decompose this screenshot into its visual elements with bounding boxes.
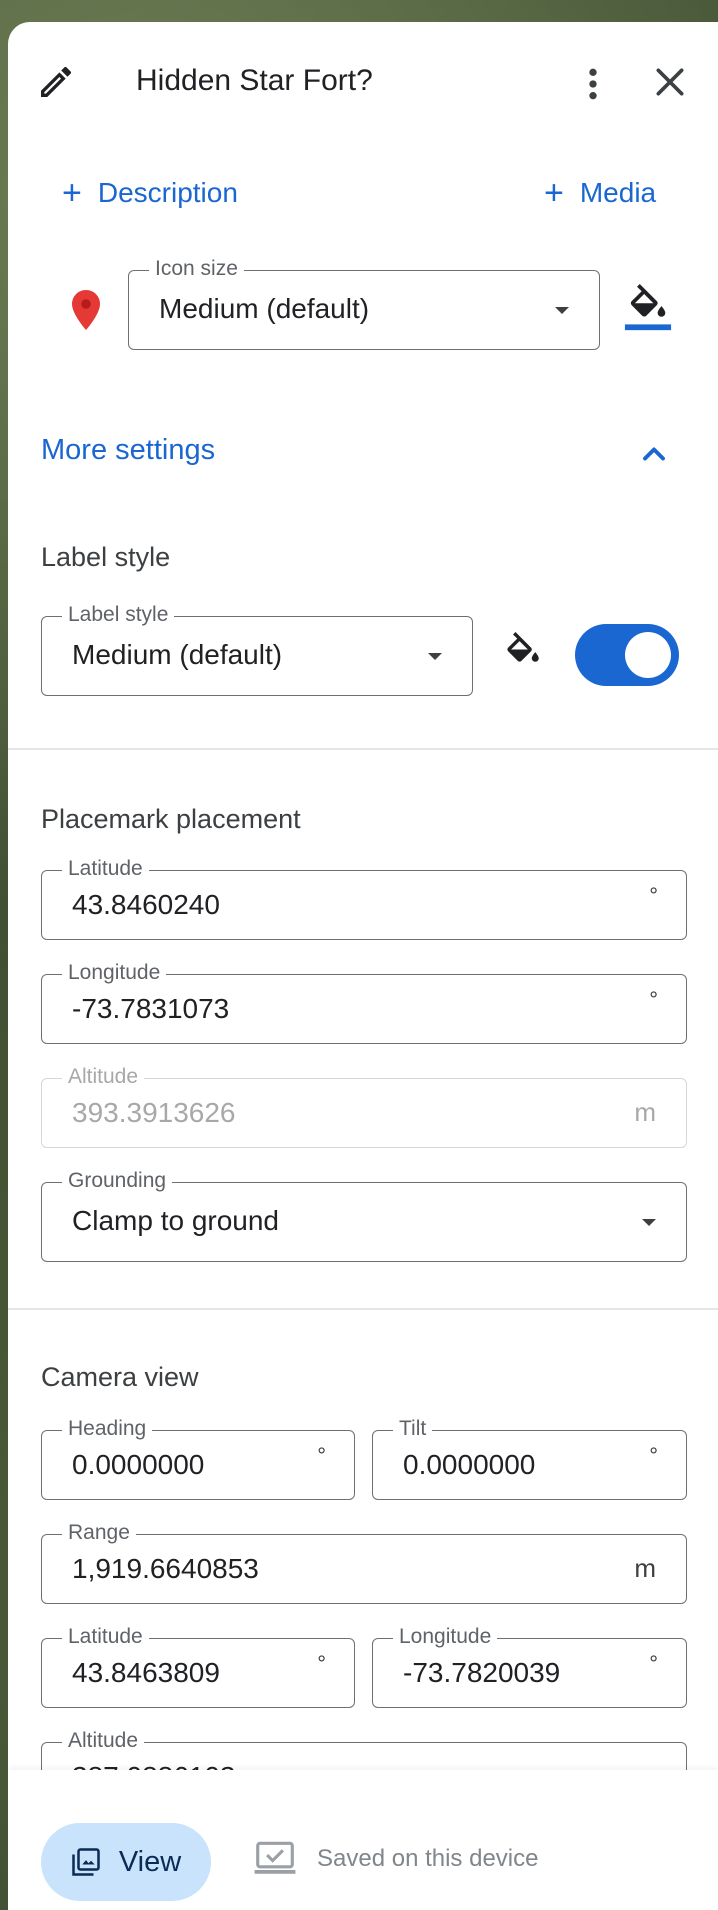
more-settings-toggle[interactable]: More settings (41, 434, 215, 467)
saved-device-icon (254, 1841, 296, 1874)
view-button-label: View (118, 1845, 182, 1878)
image-view-icon (72, 1848, 100, 1876)
label-style-legend: Label style (62, 603, 175, 627)
tilt-value: 0.0000000 (403, 1449, 536, 1480)
placemark-placement-section-title: Placemark placement (41, 804, 301, 834)
add-description-label: Description (97, 177, 238, 208)
camera-latitude-legend: Latitude (62, 1625, 149, 1649)
label-style-select[interactable]: Label style Medium (default) (41, 603, 473, 696)
grounding-legend: Grounding (62, 1169, 173, 1193)
label-style-value: Medium (default) (72, 639, 283, 670)
altitude-legend: Altitude (62, 1065, 145, 1089)
placemark-editor-panel: Hidden Star Fort? + Description + Media … (8, 22, 718, 1910)
camera-longitude-legend: Longitude (393, 1625, 498, 1649)
latitude-value: 43.8460240 (72, 889, 220, 920)
degree-unit: ° (317, 1651, 326, 1676)
heading-legend: Heading (62, 1417, 153, 1441)
plus-icon: + (544, 174, 564, 212)
camera-latitude-value: 43.8463809 (72, 1657, 220, 1688)
camera-tilt-field[interactable]: Tilt 0.0000000 ° (372, 1417, 687, 1500)
degree-unit: ° (317, 1443, 326, 1468)
pencil-icon[interactable] (36, 62, 76, 102)
meter-unit: m (634, 1097, 656, 1127)
placemark-longitude-field[interactable]: Longitude -73.7831073 ° (41, 961, 687, 1044)
add-media-label: Media (579, 177, 657, 208)
chevron-up-icon[interactable] (636, 436, 672, 472)
meter-unit: m (634, 1553, 656, 1583)
latitude-legend: Latitude (62, 857, 149, 881)
panel-header: Hidden Star Fort? (8, 22, 718, 142)
range-value: 1,919.6640853 (72, 1553, 259, 1584)
label-style-section-title: Label style (41, 542, 171, 572)
add-media-button[interactable]: + Media (544, 176, 656, 210)
camera-latitude-field[interactable]: Latitude 43.8463809 ° (41, 1625, 355, 1708)
tilt-legend: Tilt (393, 1417, 433, 1441)
view-button[interactable]: View (41, 1823, 211, 1901)
saved-status-label: Saved on this device (317, 1845, 539, 1872)
degree-unit: ° (649, 883, 658, 908)
range-legend: Range (62, 1521, 136, 1545)
icon-size-select[interactable]: Icon size Medium (default) (128, 257, 600, 350)
camera-longitude-value: -73.7820039 (403, 1657, 561, 1688)
close-icon[interactable] (650, 62, 690, 102)
map-pin-icon[interactable] (62, 284, 110, 336)
label-color-fill-icon[interactable] (502, 632, 544, 674)
grounding-value: Clamp to ground (72, 1205, 280, 1236)
placemark-latitude-field[interactable]: Latitude 43.8460240 ° (41, 857, 687, 940)
placemark-altitude-field: Altitude 393.3913626 m (41, 1065, 687, 1148)
dropdown-arrow-icon (555, 307, 569, 314)
plus-icon: + (62, 174, 82, 212)
placemark-title[interactable]: Hidden Star Fort? (136, 64, 373, 98)
grounding-select[interactable]: Grounding Clamp to ground (41, 1169, 687, 1262)
degree-unit: ° (649, 1443, 658, 1468)
more-vert-icon[interactable] (573, 60, 613, 108)
dropdown-arrow-icon (642, 1219, 656, 1226)
icon-color-fill-icon[interactable] (624, 284, 672, 334)
section-divider (8, 1308, 718, 1310)
longitude-legend: Longitude (62, 961, 167, 985)
camera-heading-field[interactable]: Heading 0.0000000 ° (41, 1417, 355, 1500)
add-description-button[interactable]: + Description (62, 176, 238, 210)
saved-status: Saved on this device (253, 1840, 538, 1878)
camera-range-field[interactable]: Range 1,919.6640853 m (41, 1521, 687, 1604)
camera-view-section-title: Camera view (41, 1362, 199, 1392)
camera-longitude-field[interactable]: Longitude -73.7820039 ° (372, 1625, 687, 1708)
toggle-knob (625, 632, 671, 678)
camera-altitude-legend: Altitude (62, 1729, 145, 1753)
icon-size-value: Medium (default) (159, 293, 370, 324)
altitude-value: 393.3913626 (72, 1097, 236, 1128)
heading-value: 0.0000000 (72, 1449, 205, 1480)
label-visibility-toggle[interactable] (575, 624, 679, 686)
dropdown-arrow-icon (428, 653, 442, 660)
degree-unit: ° (649, 987, 658, 1012)
degree-unit: ° (649, 1651, 658, 1676)
icon-size-legend: Icon size (149, 257, 244, 281)
section-divider (8, 748, 718, 750)
longitude-value: -73.7831073 (72, 993, 230, 1024)
